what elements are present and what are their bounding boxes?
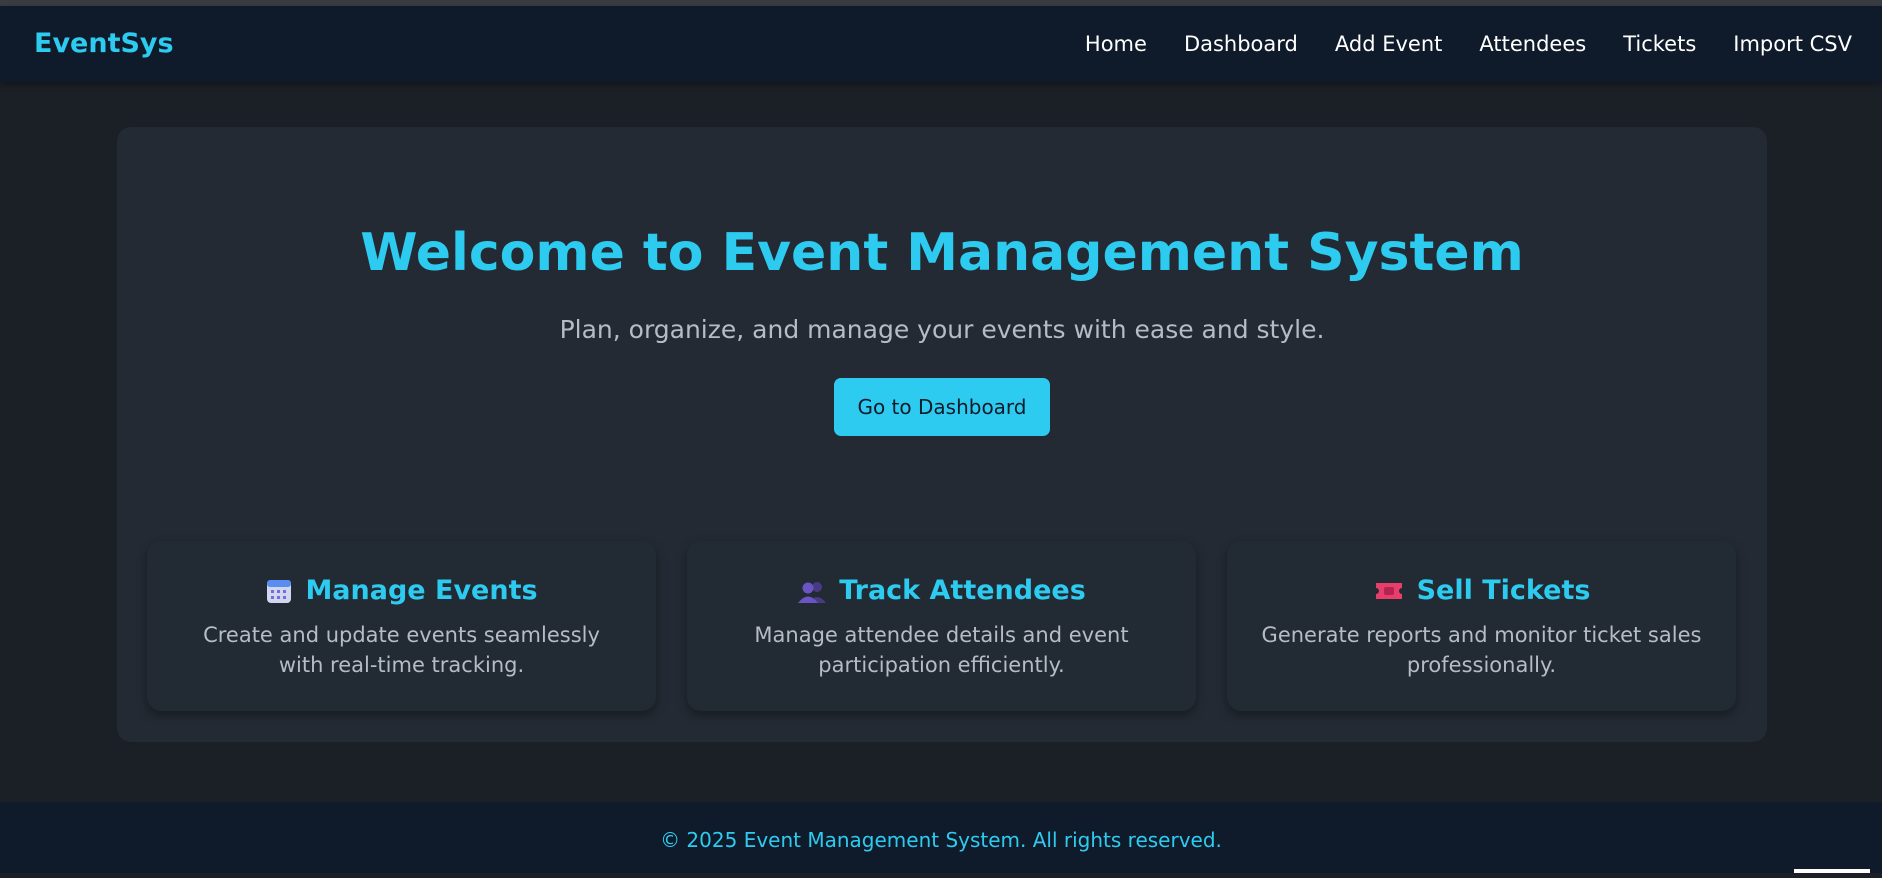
main-nav: Home Dashboard Add Event Attendees Ticke… xyxy=(1048,6,1852,82)
ticket-icon xyxy=(1373,580,1405,602)
nav-attendees[interactable]: Attendees xyxy=(1479,32,1586,56)
brand-logo[interactable]: EventSys xyxy=(34,6,174,82)
calendar-icon xyxy=(265,577,293,605)
feature-title-text: Manage Events xyxy=(305,575,538,606)
people-icon xyxy=(797,578,827,604)
feature-title-text: Track Attendees xyxy=(839,575,1086,606)
corner-indicator xyxy=(1794,869,1870,873)
nav-home[interactable]: Home xyxy=(1085,32,1147,56)
feature-card-manage-events: Manage Events Create and update events s… xyxy=(147,541,656,711)
page-footer: © 2025 Event Management System. All righ… xyxy=(0,802,1882,873)
hero-title: Welcome to Event Management System xyxy=(360,223,1524,283)
nav-tickets[interactable]: Tickets xyxy=(1623,32,1696,56)
footer-copyright: © 2025 Event Management System. All righ… xyxy=(660,828,1222,852)
feature-title: Manage Events xyxy=(147,541,656,606)
nav-dashboard[interactable]: Dashboard xyxy=(1184,32,1298,56)
feature-card-sell-tickets: Sell Tickets Generate reports and monito… xyxy=(1227,541,1736,711)
feature-title: Track Attendees xyxy=(687,541,1196,606)
nav-add-event[interactable]: Add Event xyxy=(1335,32,1443,56)
feature-card-track-attendees: Track Attendees Manage attendee details … xyxy=(687,541,1196,711)
feature-description: Generate reports and monitor ticket sale… xyxy=(1261,623,1702,677)
feature-title-text: Sell Tickets xyxy=(1416,575,1591,606)
go-to-dashboard-button[interactable]: Go to Dashboard xyxy=(834,378,1050,436)
top-navbar: EventSys Home Dashboard Add Event Attend… xyxy=(0,6,1882,82)
feature-title: Sell Tickets xyxy=(1227,541,1736,606)
hero-section: Welcome to Event Management System Plan,… xyxy=(117,127,1767,742)
feature-description: Manage attendee details and event partic… xyxy=(754,623,1129,677)
hero-subtitle: Plan, organize, and manage your events w… xyxy=(559,315,1325,344)
feature-description: Create and update events seamlessly with… xyxy=(203,623,600,677)
nav-import-csv[interactable]: Import CSV xyxy=(1733,32,1852,56)
